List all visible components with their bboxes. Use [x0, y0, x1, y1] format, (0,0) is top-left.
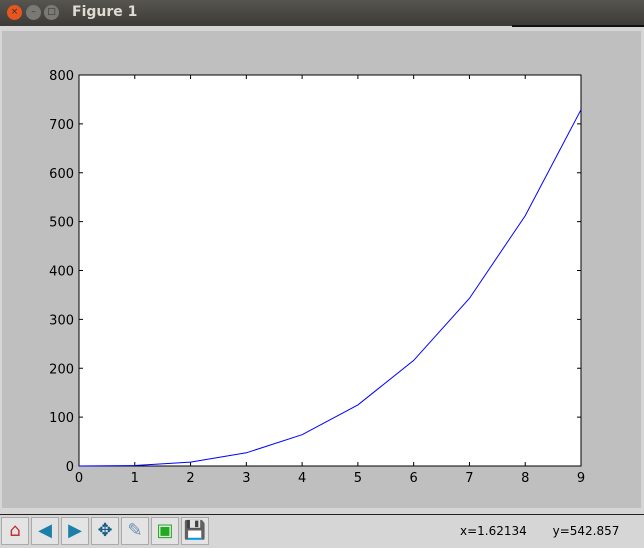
forward-icon[interactable]: ▶ — [61, 517, 89, 545]
y-tick-label: 200 — [49, 362, 74, 377]
plot-area — [78, 74, 582, 467]
y-readout: y=542.857 — [552, 524, 620, 538]
back-icon[interactable]: ◀ — [31, 517, 59, 545]
x-tick-label: 7 — [465, 471, 473, 486]
maximize-window-button[interactable]: □ — [44, 5, 59, 20]
y-tick-label: 700 — [49, 118, 74, 133]
y-tick-label: 100 — [49, 411, 74, 426]
x-readout: x=1.62134 — [460, 524, 527, 538]
x-tick-label: 3 — [242, 471, 250, 486]
minimize-window-button[interactable]: – — [26, 5, 41, 20]
save-icon[interactable]: 💾 — [181, 517, 209, 545]
coordinate-readout: x=1.62134 y=542.857 — [460, 524, 641, 538]
home-icon[interactable]: ⌂ — [1, 517, 29, 545]
y-tick-label: 800 — [49, 69, 74, 84]
x-tick-label: 2 — [186, 471, 194, 486]
x-tick-label: 6 — [410, 471, 418, 486]
divider — [512, 25, 644, 27]
close-window-button[interactable]: × — [7, 5, 22, 20]
y-tick-label: 400 — [49, 265, 74, 280]
x-tick-label: 1 — [131, 471, 139, 486]
figure-canvas[interactable]: 0 1 2 3 4 5 6 7 8 9 0 100 200 300 400 500 600 700 800 — [2, 31, 641, 508]
chart: 0 1 2 3 4 5 6 7 8 9 0 100 200 300 400 500 600 700 800 — [49, 69, 585, 486]
navigation-toolbar: ⌂ ◀ ▶ ✥ ✎ ▣ 💾 x=1.62134 y=542.857 — [0, 515, 644, 548]
x-tick-label: 0 — [75, 471, 83, 486]
x-tick-label: 4 — [298, 471, 306, 486]
y-tick-label: 300 — [49, 313, 74, 328]
x-tick-label: 5 — [354, 471, 362, 486]
x-tick-label: 9 — [577, 471, 585, 486]
zoom-rect-icon[interactable]: ✎ — [121, 517, 149, 545]
x-tick-label: 8 — [521, 471, 529, 486]
subplots-icon[interactable]: ▣ — [151, 517, 179, 545]
y-tick-label: 0 — [66, 460, 74, 475]
pan-icon[interactable]: ✥ — [91, 517, 119, 545]
y-tick-label: 500 — [49, 216, 74, 231]
window-title: Figure 1 — [72, 4, 138, 20]
y-tick-label: 600 — [49, 167, 74, 182]
title-bar: × – □ Figure 1 — [0, 0, 644, 26]
